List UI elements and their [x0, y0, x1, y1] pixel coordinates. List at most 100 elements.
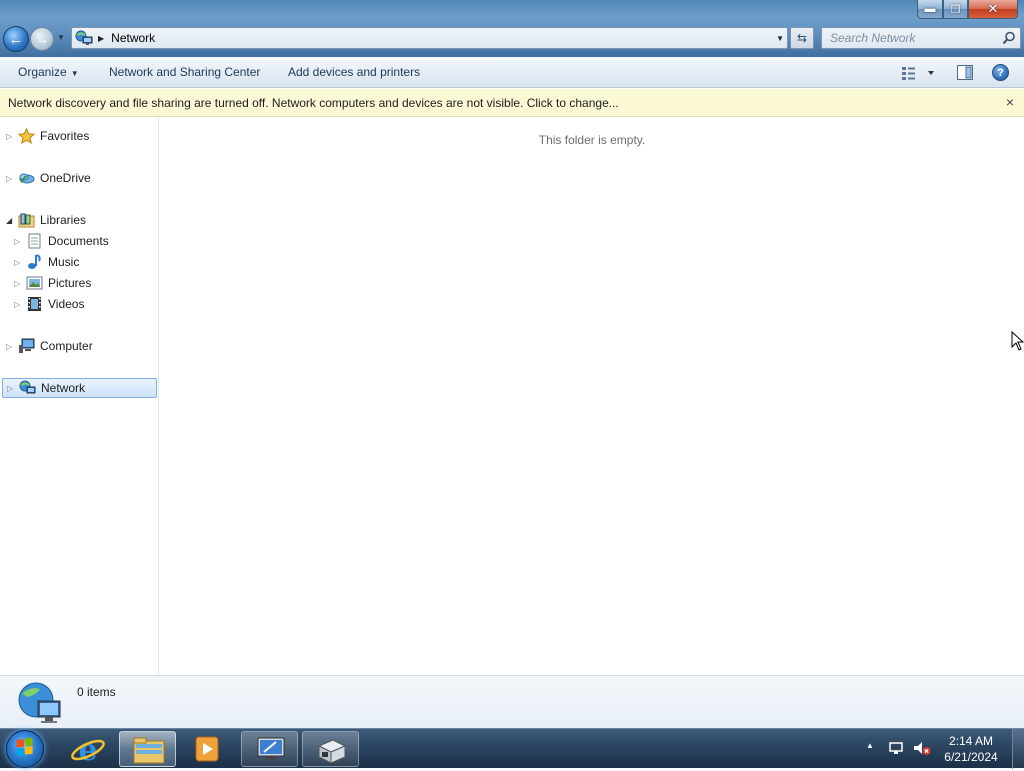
change-view-icon[interactable]	[900, 66, 938, 80]
expand-arrow-icon[interactable]: ▷	[6, 174, 16, 183]
chevron-down-icon: ▼	[70, 69, 79, 78]
clock-date: 6/21/2024	[944, 750, 998, 764]
network-icon	[75, 30, 93, 46]
network-icon	[19, 380, 36, 396]
remote-desktop-icon	[257, 737, 285, 760]
mouse-cursor-icon	[1011, 331, 1024, 351]
minimize-icon: ▬	[924, 3, 936, 15]
nav-label: Videos	[48, 297, 85, 311]
videos-icon	[26, 296, 43, 312]
organize-button[interactable]: Organize ▼	[18, 65, 79, 79]
close-icon: ✕	[987, 1, 999, 16]
info-bar-close-icon[interactable]: ×	[1006, 94, 1014, 110]
maximize-button[interactable]: ❐	[943, 0, 968, 19]
music-icon	[26, 254, 43, 270]
nav-item-documents[interactable]: ▷ Documents	[14, 231, 156, 251]
nav-item-videos[interactable]: ▷ Videos	[14, 294, 156, 314]
nav-item-network[interactable]: ▷ Network	[2, 378, 157, 398]
nav-item-onedrive[interactable]: ▷ OneDrive	[6, 168, 156, 188]
refresh-button[interactable]: ⇆	[790, 27, 814, 49]
maximize-icon: ❐	[950, 3, 961, 16]
expand-arrow-icon[interactable]: ▷	[14, 300, 24, 309]
internet-explorer-icon: e	[71, 733, 105, 768]
media-player-icon	[195, 736, 219, 762]
nav-label: Favorites	[40, 129, 90, 143]
nav-label: Documents	[48, 234, 109, 248]
libraries-icon	[18, 212, 35, 228]
nav-label: Pictures	[48, 276, 92, 290]
pictures-icon	[26, 275, 43, 291]
nav-label: Music	[48, 255, 80, 269]
taskbar-remote-desktop[interactable]	[241, 731, 298, 767]
expand-arrow-icon[interactable]: ▷	[6, 342, 16, 351]
taskbar: e ▲ 2:14 AM 6/21/2024	[0, 728, 1024, 769]
network-sharing-center-button[interactable]: Network and Sharing Center	[109, 65, 260, 79]
network-globe-icon	[18, 682, 61, 723]
windows-logo-icon	[16, 737, 33, 756]
clock-time: 2:14 AM	[948, 734, 994, 748]
file-list-area[interactable]: This folder is empty.	[160, 118, 1024, 675]
preview-pane-icon[interactable]	[957, 65, 973, 80]
nav-label: Computer	[40, 339, 93, 353]
window-controls: ▬ ❐ ✕	[917, 0, 1018, 19]
system-clock[interactable]: 2:14 AM 6/21/2024	[940, 733, 1002, 765]
forward-button[interactable]: →	[30, 27, 54, 51]
setup-box-icon	[317, 739, 347, 764]
refresh-icon: ⇆	[796, 31, 808, 45]
nav-item-favorites[interactable]: ▷ Favorites	[6, 126, 156, 146]
search-icon[interactable]	[1002, 31, 1016, 45]
taskbar-media-player[interactable]	[179, 731, 236, 767]
search-input[interactable]	[822, 28, 997, 48]
help-icon: ?	[997, 66, 1004, 79]
breadcrumb-network[interactable]: Network	[111, 31, 155, 45]
nav-item-computer[interactable]: ▷ Computer	[6, 336, 156, 356]
organize-label: Organize	[18, 65, 67, 79]
navigation-pane: ▷ Favorites ▷ OneDrive ◢ Libraries ▷ Doc…	[0, 118, 159, 675]
close-button[interactable]: ✕	[968, 0, 1018, 19]
documents-icon	[26, 233, 43, 249]
svg-text:e: e	[78, 733, 97, 767]
address-dropdown-icon[interactable]: ▼	[776, 34, 784, 43]
help-button[interactable]: ?	[992, 64, 1009, 81]
folder-icon	[133, 737, 165, 764]
expand-arrow-icon[interactable]: ▷	[14, 237, 24, 246]
search-box[interactable]	[821, 27, 1021, 49]
star-icon	[17, 127, 36, 145]
expand-arrow-icon[interactable]: ▷	[7, 384, 17, 393]
taskbar-setup-app[interactable]	[302, 731, 359, 767]
details-pane: 0 items	[0, 675, 1024, 728]
forward-arrow-icon: →	[35, 31, 49, 47]
nav-item-pictures[interactable]: ▷ Pictures	[14, 273, 156, 293]
show-desktop-button[interactable]	[1012, 729, 1024, 769]
collapse-arrow-icon[interactable]: ◢	[6, 216, 16, 225]
address-bar[interactable]: ▶ Network ▼	[71, 27, 788, 49]
nav-label: OneDrive	[40, 171, 91, 185]
command-bar: Organize ▼ Network and Sharing Center Add…	[0, 57, 1024, 88]
back-arrow-icon: ←	[8, 30, 24, 48]
empty-folder-message: This folder is empty.	[538, 133, 646, 147]
taskbar-internet-explorer[interactable]: e	[60, 731, 117, 768]
window-titlebar: ▬ ❐ ✕ ← → ▼ ▶ Network ▼ ⇆	[0, 0, 1024, 57]
expand-arrow-icon[interactable]: ▷	[6, 132, 16, 141]
back-button[interactable]: ←	[3, 26, 29, 52]
expand-arrow-icon[interactable]: ▷	[14, 258, 24, 267]
nav-label: Libraries	[40, 213, 87, 227]
nav-label: Network	[41, 381, 86, 395]
start-button[interactable]	[6, 730, 44, 768]
minimize-button[interactable]: ▬	[917, 0, 943, 19]
computer-icon	[18, 338, 35, 354]
item-count: 0 items	[77, 685, 116, 699]
breadcrumb-separator-icon[interactable]: ▶	[98, 34, 104, 43]
volume-muted-icon[interactable]	[913, 740, 931, 756]
taskbar-windows-explorer[interactable]	[119, 731, 176, 767]
expand-arrow-icon[interactable]: ▷	[14, 279, 24, 288]
nav-item-libraries[interactable]: ◢ Libraries	[6, 210, 156, 230]
recent-pages-dropdown[interactable]: ▼	[57, 33, 65, 42]
onedrive-icon	[18, 170, 35, 186]
add-devices-printers-button[interactable]: Add devices and printers	[288, 65, 420, 79]
info-bar-message[interactable]: Network discovery and file sharing are t…	[8, 96, 619, 110]
show-hidden-icons-icon[interactable]: ▲	[866, 741, 874, 750]
info-bar[interactable]: Network discovery and file sharing are t…	[0, 89, 1024, 117]
network-tray-icon[interactable]	[888, 740, 904, 756]
nav-item-music[interactable]: ▷ Music	[14, 252, 156, 272]
